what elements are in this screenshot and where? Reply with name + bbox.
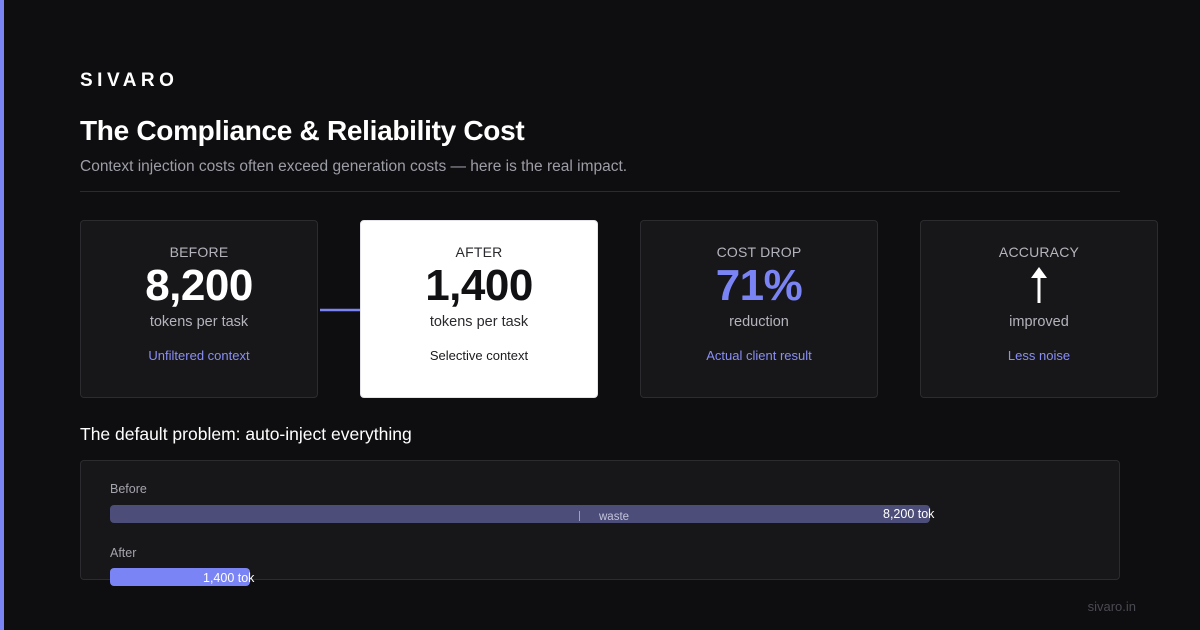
bar-before	[110, 505, 930, 523]
header-divider	[80, 191, 1120, 192]
bar-value-after: 1,400 tok	[203, 571, 255, 585]
stat-note: Unfiltered context	[148, 348, 250, 363]
stat-unit: tokens per task	[149, 314, 249, 330]
waste-label: waste	[599, 511, 630, 523]
stat-value: 1,400	[425, 261, 533, 310]
stat-card-before: BEFORE 8,200 tokens per task Unfiltered …	[80, 220, 318, 398]
stat-card-accuracy: ACCURACY improved Less noise	[920, 220, 1158, 398]
bar-label-after: After	[110, 546, 137, 560]
section-title: The default problem: auto-inject everyth…	[80, 424, 412, 444]
page-subtitle: Context injection costs often exceed gen…	[80, 158, 628, 175]
stat-caption: COST DROP	[716, 244, 802, 260]
stat-note: Selective context	[429, 348, 529, 363]
footer-url: sivaro.in	[1087, 599, 1136, 614]
stat-card-after: AFTER 1,400 tokens per task Selective co…	[360, 220, 598, 398]
bar-value-before: 8,200 tok	[883, 507, 935, 521]
stat-caption: AFTER	[455, 244, 503, 260]
stat-caption: BEFORE	[169, 244, 229, 260]
waste-divider	[579, 511, 580, 521]
left-accent-bar	[0, 0, 4, 630]
stat-note: Actual client result	[706, 348, 812, 363]
up-arrow-icon	[1031, 267, 1047, 303]
stat-caption: ACCURACY	[998, 244, 1080, 260]
stat-unit: improved	[1009, 314, 1069, 330]
stat-card-cost-drop: COST DROP 71% reduction Actual client re…	[640, 220, 878, 398]
stat-unit: tokens per task	[429, 314, 529, 330]
brand-logo: SIVARO	[80, 70, 179, 91]
bar-label-before: Before	[110, 482, 147, 496]
stat-value: 71%	[715, 261, 803, 310]
page-title: The Compliance & Reliability Cost	[80, 115, 525, 146]
stat-unit: reduction	[729, 314, 789, 330]
token-bars-panel: Before waste 8,200 tok After 1,400 tok	[80, 460, 1120, 586]
stat-value: 8,200	[145, 261, 253, 310]
stat-note: Less noise	[1007, 348, 1071, 363]
